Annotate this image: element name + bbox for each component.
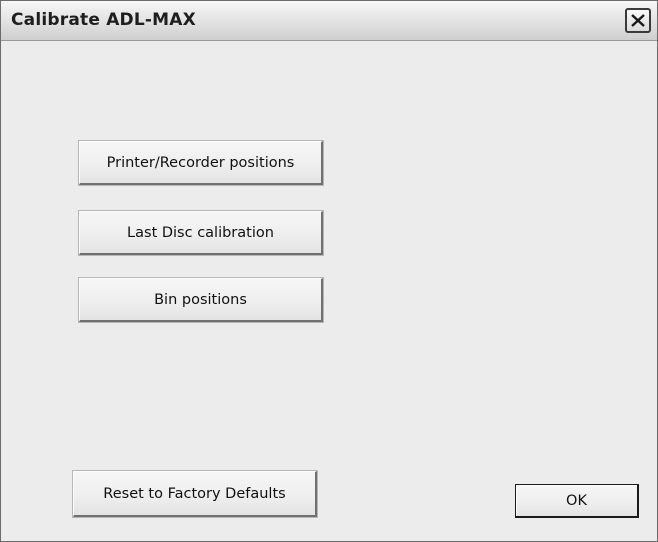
last-disc-calibration-button[interactable]: Last Disc calibration	[79, 211, 323, 255]
close-icon	[630, 13, 646, 28]
dialog-body: Printer/Recorder positions Last Disc cal…	[1, 42, 657, 541]
bin-positions-button[interactable]: Bin positions	[79, 278, 323, 322]
printer-recorder-positions-button[interactable]: Printer/Recorder positions	[79, 141, 323, 185]
reset-factory-defaults-button[interactable]: Reset to Factory Defaults	[73, 471, 317, 517]
title-bar[interactable]: Calibrate ADL-MAX	[1, 1, 657, 41]
window-title: Calibrate ADL-MAX	[11, 10, 196, 30]
ok-button[interactable]: OK	[515, 484, 639, 518]
calibrate-dialog: Calibrate ADL-MAX Printer/Recorder posit…	[0, 0, 658, 542]
close-button[interactable]	[625, 8, 651, 33]
